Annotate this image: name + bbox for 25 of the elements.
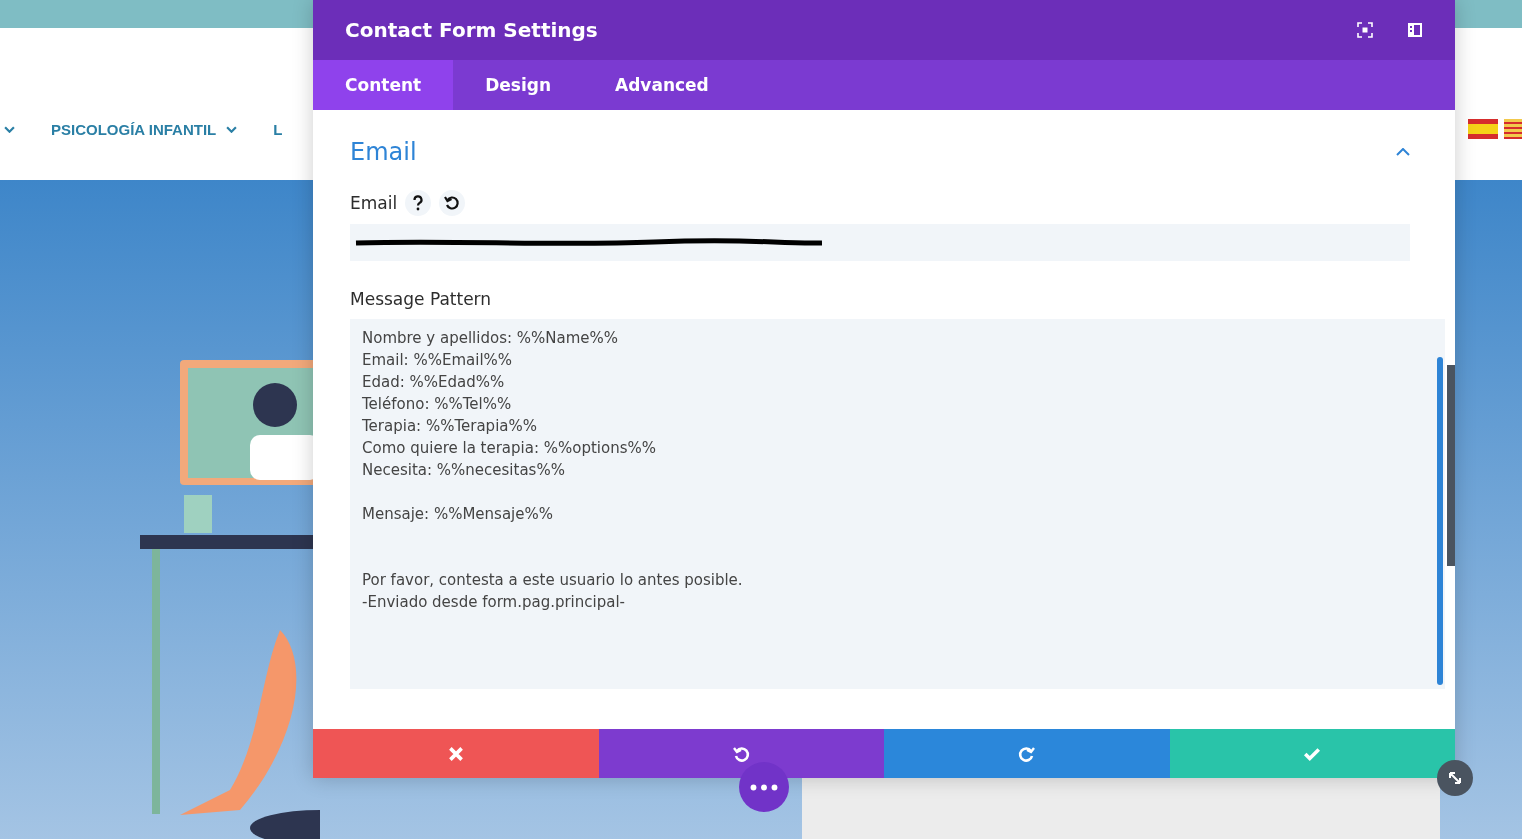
resize-icon (1447, 770, 1463, 786)
dots-icon (750, 783, 778, 791)
section-title[interactable]: Email (350, 138, 417, 166)
chevron-icon[interactable] (1396, 148, 1410, 156)
spain-flag-icon[interactable] (1468, 119, 1498, 139)
field-label: Message Pattern (350, 289, 493, 309)
scrollbar-thumb[interactable] (1437, 357, 1443, 685)
modal-title: Contact Form Settings (345, 18, 598, 42)
sidebar-icon[interactable] (1407, 22, 1423, 38)
undo-icon (732, 744, 751, 763)
redo-icon (1017, 744, 1036, 763)
reset-icon[interactable] (439, 190, 466, 216)
message-textarea[interactable]: Nombre y apellidos: %%Name%% Email: %%Email%% Edad: %%Edad%% Teléfono: %%Tel%% Terapia: %%Terapia%% Como quiere la terapia: %%options%% Necesita: %%necesitas%% Mensaje: %%Mensaje%% Por favor, contesta a este usuario lo antes posible. -Enviado desde form.pag.principal- (350, 319, 1445, 689)
close-icon (446, 744, 465, 763)
email-input-field[interactable] (350, 224, 1410, 261)
field-label: Email (350, 193, 398, 213)
help-icon[interactable] (405, 190, 432, 216)
nav-link[interactable]: PSICOLOGÍA INFANTIL (51, 120, 217, 138)
tab[interactable]: Design (453, 60, 583, 110)
expand-icon[interactable] (1357, 22, 1373, 38)
nav-link[interactable]: L (273, 120, 283, 138)
scrollbar-thumb[interactable] (1447, 365, 1455, 566)
chevron-down-icon (4, 125, 15, 133)
tab[interactable]: Content (313, 60, 454, 110)
tab[interactable]: Advanced (583, 60, 741, 110)
